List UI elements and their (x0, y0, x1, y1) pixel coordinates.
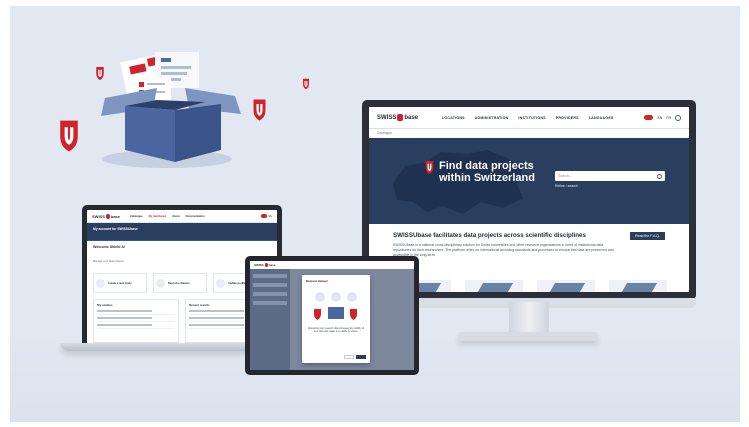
nav-link-documentation[interactable]: Documentation (186, 215, 205, 218)
dialog-text: Depositing your research data increases … (307, 328, 365, 334)
search-icon[interactable] (657, 173, 662, 179)
logo-text-prefix: SWISS (377, 114, 397, 121)
feature-cards (393, 280, 667, 292)
tablet-navbar: SWISS base (250, 261, 414, 269)
sidebar-item[interactable] (253, 292, 287, 296)
table-row[interactable] (97, 317, 175, 322)
shield-logo-icon (264, 263, 268, 267)
table-row[interactable] (97, 310, 175, 315)
swissubase-logo[interactable]: SWISS base (254, 263, 276, 267)
shield-logo-icon (105, 213, 110, 219)
sidebar-item[interactable] (253, 283, 287, 287)
section-text: SWISSUbase is a national cross-disciplin… (393, 243, 614, 257)
lang-en[interactable]: EN (657, 116, 662, 120)
tile-label: Deposit a dataset (168, 281, 190, 285)
shield-logo-icon (58, 118, 80, 154)
panel-my-studies: My studies (93, 299, 179, 343)
nav-link-administration[interactable]: ADMINISTRATION (475, 116, 509, 120)
lang-en[interactable]: EN (269, 215, 272, 218)
faq-button-label: Read the F.A.Q. (635, 234, 660, 238)
welcome-title: Welcome Shield A! (93, 245, 126, 249)
shield-logo-icon (397, 114, 404, 121)
hero-search-input[interactable]: Search... (555, 171, 665, 181)
welcome-subtitle: Manage your data projects (93, 260, 124, 263)
nav-link-languages[interactable]: LANGUAGES (589, 116, 614, 120)
monitor-nav-right: EN FR (644, 114, 681, 121)
login-pill-button[interactable] (260, 214, 267, 218)
laptop-navbar: SWISS base Catalogue My dashboard About … (87, 210, 277, 223)
login-pill-button[interactable] (644, 115, 654, 120)
tile-icon (156, 278, 165, 288)
shield-logo-icon (252, 98, 267, 122)
swissubase-logo[interactable]: SWISS base (92, 213, 121, 219)
nav-link-institutions[interactable]: INSTITUTIONS (518, 116, 545, 120)
advanced-search-link[interactable]: Refine / search (555, 184, 578, 188)
hero-banner: Find data projects within Switzerland Se… (369, 138, 689, 224)
dialog-illustration (314, 292, 357, 320)
hero-title: Find data projects within Switzerland (439, 160, 535, 184)
search-placeholder: Search... (558, 174, 573, 178)
swissubase-logo[interactable]: SWISS base (377, 114, 418, 121)
dialog-cancel-button[interactable] (344, 355, 354, 359)
request-dialog: Request dataset Depositing your research… (302, 275, 370, 363)
tablet-device: SWISS base Request dataset Depositing yo… (245, 256, 419, 375)
panel-title: My studies (97, 303, 113, 307)
logo-text-prefix: SWISS (254, 263, 264, 267)
sidebar-item[interactable] (253, 274, 287, 278)
tile-label: Update profile (228, 281, 246, 285)
monitor-stand-foot (458, 332, 598, 341)
logo-text-suffix: base (268, 263, 276, 267)
logo-text-suffix: base (110, 213, 121, 219)
tile-deposit-dataset[interactable]: Deposit a dataset (153, 273, 207, 293)
monitor-nav-links: LOCATIONS ADMINISTRATION INSTITUTIONS PR… (442, 116, 613, 120)
laptop-nav-right: EN (260, 214, 272, 218)
nav-link-catalogue[interactable]: Catalogue (130, 215, 143, 218)
user-avatar-icon[interactable] (675, 114, 681, 121)
shield-logo-icon (302, 78, 310, 90)
feature-card[interactable] (537, 280, 595, 292)
lang-fr[interactable]: FR (666, 116, 671, 120)
dashboard-banner: My account for SWISSUbase (87, 223, 277, 235)
sidebar-item[interactable] (253, 301, 287, 305)
breadcrumb[interactable]: Catalogue (369, 129, 689, 138)
feature-card[interactable] (465, 280, 523, 292)
tile-label: Create a new study (108, 281, 132, 285)
dialog-confirm-button[interactable] (356, 355, 366, 359)
nav-link-locations[interactable]: LOCATIONS (442, 116, 465, 120)
table-row[interactable] (97, 324, 175, 329)
laptop-nav-links: Catalogue My dashboard About Documentati… (130, 215, 205, 218)
shield-logo-icon (425, 160, 434, 175)
dialog-title: Request dataset (306, 279, 328, 283)
nav-link-about[interactable]: About (172, 215, 180, 218)
monitor-stand-neck (509, 302, 549, 334)
nav-link-dashboard[interactable]: My dashboard (149, 215, 167, 218)
logo-text-suffix: base (404, 114, 419, 121)
data-box-illustration (95, 50, 245, 170)
nav-link-providers[interactable]: PROVIDERS (556, 116, 579, 120)
faq-button[interactable]: Read the F.A.Q. (630, 232, 665, 240)
feature-card[interactable] (609, 280, 667, 292)
section-title: SWISSUbase facilitates data projects acr… (393, 232, 586, 239)
logo-text-prefix: SWISS (92, 213, 105, 219)
tablet-screen: SWISS base Request dataset Depositing yo… (250, 261, 414, 370)
monitor-navbar: SWISS base LOCATIONS ADMINISTRATION INST… (369, 107, 689, 129)
tile-icon (96, 278, 105, 288)
tile-create-study[interactable]: Create a new study (93, 273, 147, 293)
tile-icon (216, 278, 225, 288)
tablet-sidebar (250, 269, 290, 370)
